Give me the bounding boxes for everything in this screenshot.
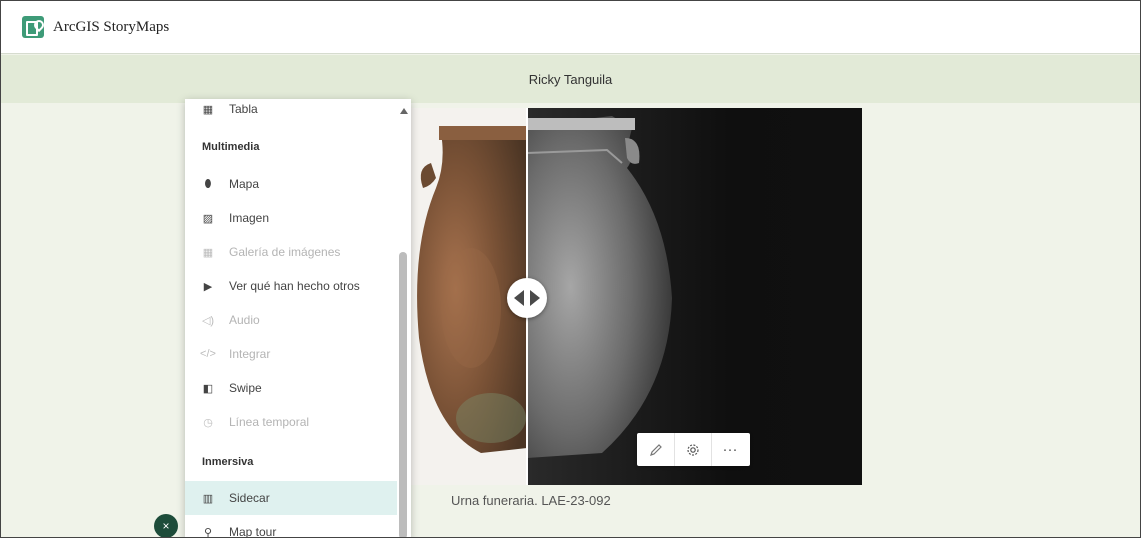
menu-item-sidecar[interactable]: ▥ Sidecar [185, 481, 397, 515]
close-menu-button[interactable]: × [154, 514, 178, 537]
gear-icon[interactable] [674, 433, 711, 466]
menu-item-label: Integrar [229, 347, 271, 361]
menu-item-label: Mapa [229, 177, 260, 191]
sidecar-icon: ▥ [202, 492, 214, 505]
swipe-handle-icon[interactable] [507, 278, 547, 318]
menu-item-mapa[interactable]: ⬮ Mapa [185, 167, 397, 201]
menu-item-galeria: ▦ Galería de imágenes [185, 235, 397, 269]
author-bar: Ricky Tanguila [1, 55, 1140, 103]
map-tour-icon: ⚲ [203, 526, 213, 538]
swipe-right-image [527, 108, 862, 485]
menu-item-integrar: </> Integrar [185, 337, 397, 371]
section-header-inmersiva: Inmersiva [202, 456, 254, 468]
block-palette-menu: ▦ Tabla Multimedia ⬮ Mapa ▨ Imagen ▦ Gal… [185, 99, 411, 538]
block-toolbar: ··· [637, 433, 750, 466]
menu-item-label: Imagen [229, 211, 270, 225]
pencil-icon[interactable] [637, 433, 674, 466]
section-header-multimedia: Multimedia [202, 141, 260, 153]
timeline-icon: ◷ [203, 416, 213, 429]
menu-item-audio: ◁) Audio [185, 303, 397, 337]
menu-item-label: Audio [229, 313, 260, 327]
menu-item-linea-temporal: ◷ Línea temporal [185, 405, 397, 439]
menu-item-label: Ver qué han hecho otros [229, 279, 360, 293]
top-bar: ArcGIS StoryMaps [1, 1, 1140, 54]
app-window: ArcGIS StoryMaps Ricky Tanguila ··· Urna… [0, 0, 1141, 538]
urn-grayscale-image [527, 116, 672, 458]
embed-icon: </> [200, 348, 216, 360]
map-pin-icon: ⬮ [204, 177, 212, 190]
menu-item-swipe[interactable]: ◧ Swipe [185, 371, 397, 405]
menu-item-label: Galería de imágenes [229, 245, 341, 259]
menu-item-label: Map tour [229, 525, 277, 538]
storymaps-logo-icon[interactable] [22, 16, 44, 38]
menu-item-map-tour[interactable]: ⚲ Map tour [185, 515, 397, 538]
menu-scrollbar-thumb[interactable] [399, 252, 407, 537]
table-icon: ▦ [202, 103, 214, 116]
swipe-caption[interactable]: Urna funeraria. LAE-23-092 [451, 493, 611, 508]
menu-item-label: Tabla [229, 102, 258, 116]
more-options-button[interactable]: ··· [711, 433, 748, 466]
video-icon: ▶ [203, 280, 213, 293]
scroll-up-icon[interactable] [400, 108, 408, 114]
menu-item-ver-que-han-hecho-otros[interactable]: ▶ Ver qué han hecho otros [185, 269, 397, 303]
app-title: ArcGIS StoryMaps [53, 18, 170, 35]
image-icon: ▨ [202, 212, 214, 225]
menu-item-tabla[interactable]: ▦ Tabla [185, 99, 397, 126]
menu-item-label: Línea temporal [229, 415, 310, 429]
author-name[interactable]: Ricky Tanguila [529, 72, 613, 87]
menu-item-imagen[interactable]: ▨ Imagen [185, 201, 397, 235]
audio-icon: ◁) [201, 314, 215, 327]
swipe-block[interactable] [411, 108, 862, 485]
menu-item-label: Sidecar [229, 491, 270, 505]
gallery-icon: ▦ [202, 246, 214, 259]
menu-item-label: Swipe [229, 381, 262, 395]
swipe-icon: ◧ [202, 382, 214, 395]
